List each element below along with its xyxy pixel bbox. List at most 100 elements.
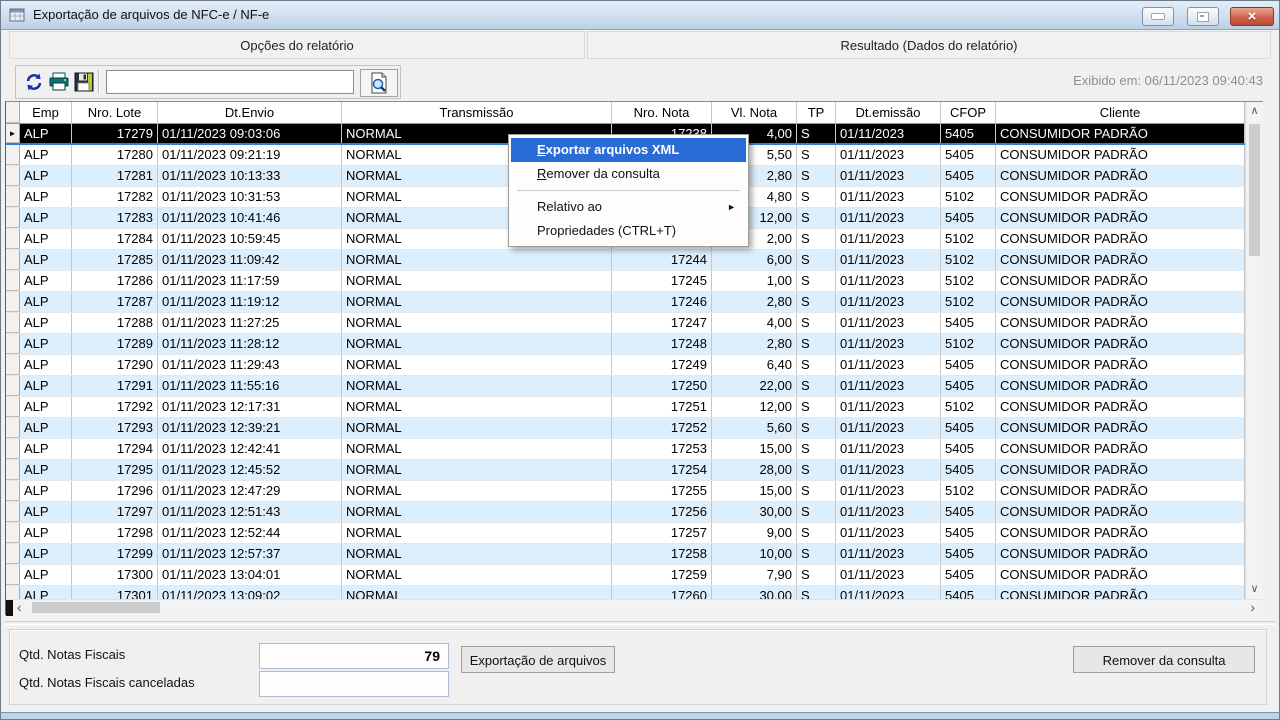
cell-cfop[interactable]: 5405 [941,166,996,186]
cell-dt-emiss-o[interactable]: 01/11/2023 [836,229,941,249]
cell-dt-envio[interactable]: 01/11/2023 10:13:33 [158,166,342,186]
cell-emp[interactable]: ALP [20,124,72,143]
cell-nro-lote[interactable]: 17284 [72,229,158,249]
cell-transmiss-o[interactable]: NORMAL [342,523,612,543]
horizontal-scrollbar[interactable]: ‹ › [6,599,1263,615]
cell-dt-emiss-o[interactable]: 01/11/2023 [836,565,941,585]
cell-nro-lote[interactable]: 17296 [72,481,158,501]
cell-dt-emiss-o[interactable]: 01/11/2023 [836,166,941,186]
cell-dt-emiss-o[interactable]: 01/11/2023 [836,418,941,438]
cell-dt-emiss-o[interactable]: 01/11/2023 [836,544,941,564]
table-row[interactable]: ALP1729301/11/2023 12:39:21NORMAL172525,… [6,418,1245,439]
cell-cliente[interactable]: CONSUMIDOR PADRÃO [996,208,1245,228]
cell-emp[interactable]: ALP [20,418,72,438]
table-row[interactable]: ALP1729601/11/2023 12:47:29NORMAL1725515… [6,481,1245,502]
cell-dt-envio[interactable]: 01/11/2023 11:29:43 [158,355,342,375]
cell-transmiss-o[interactable]: NORMAL [342,418,612,438]
cell-cfop[interactable]: 5102 [941,334,996,354]
cell-vl-nota[interactable]: 28,00 [712,460,797,480]
cell-cfop[interactable]: 5405 [941,313,996,333]
cell-tp[interactable]: S [797,544,836,564]
cell-cliente[interactable]: CONSUMIDOR PADRÃO [996,229,1245,249]
cell-tp[interactable]: S [797,376,836,396]
cell-nro-lote[interactable]: 17288 [72,313,158,333]
cell-dt-emiss-o[interactable]: 01/11/2023 [836,460,941,480]
cell-emp[interactable]: ALP [20,523,72,543]
cell-cliente[interactable]: CONSUMIDOR PADRÃO [996,376,1245,396]
cell-dt-emiss-o[interactable]: 01/11/2023 [836,502,941,522]
cell-cliente[interactable]: CONSUMIDOR PADRÃO [996,418,1245,438]
cell-nro-nota[interactable]: 17247 [612,313,712,333]
cell-transmiss-o[interactable]: NORMAL [342,544,612,564]
save-button[interactable] [72,71,96,93]
cell-nro-lote[interactable]: 17285 [72,250,158,270]
table-row[interactable]: ALP1729801/11/2023 12:52:44NORMAL172579,… [6,523,1245,544]
cell-nro-nota[interactable]: 17259 [612,565,712,585]
scroll-up-icon[interactable]: ∧ [1246,106,1263,117]
cell-tp[interactable]: S [797,460,836,480]
table-row[interactable]: ALP1728701/11/2023 11:19:12NORMAL172462,… [6,292,1245,313]
cell-nro-lote[interactable]: 17298 [72,523,158,543]
table-row[interactable]: ALP1730001/11/2023 13:04:01NORMAL172597,… [6,565,1245,586]
maximize-button[interactable] [1187,7,1219,26]
cell-tp[interactable]: S [797,229,836,249]
cell-dt-envio[interactable]: 01/11/2023 11:09:42 [158,250,342,270]
cell-transmiss-o[interactable]: NORMAL [342,565,612,585]
print-button[interactable] [47,71,71,93]
scroll-right-icon[interactable]: › [1250,600,1255,615]
cell-dt-envio[interactable]: 01/11/2023 12:39:21 [158,418,342,438]
cell-tp[interactable]: S [797,271,836,291]
cell-cliente[interactable]: CONSUMIDOR PADRÃO [996,544,1245,564]
cell-emp[interactable]: ALP [20,586,72,599]
cell-vl-nota[interactable]: 1,00 [712,271,797,291]
cell-cfop[interactable]: 5405 [941,355,996,375]
cell-nro-lote[interactable]: 17286 [72,271,158,291]
cell-tp[interactable]: S [797,208,836,228]
cell-tp[interactable]: S [797,313,836,333]
cell-dt-envio[interactable]: 01/11/2023 09:03:06 [158,124,342,143]
cell-nro-nota[interactable]: 17252 [612,418,712,438]
cell-cliente[interactable]: CONSUMIDOR PADRÃO [996,502,1245,522]
column-header-transmiss-o[interactable]: Transmissão [342,102,612,124]
cell-emp[interactable]: ALP [20,292,72,312]
cell-dt-emiss-o[interactable]: 01/11/2023 [836,439,941,459]
cell-tp[interactable]: S [797,250,836,270]
cell-cliente[interactable]: CONSUMIDOR PADRÃO [996,439,1245,459]
exportacao-de-arquivos-button[interactable]: Exportação de arquivos [461,646,615,673]
cell-nro-lote[interactable]: 17279 [72,124,158,143]
cell-emp[interactable]: ALP [20,439,72,459]
cell-transmiss-o[interactable]: NORMAL [342,460,612,480]
cell-cfop[interactable]: 5102 [941,250,996,270]
cell-nro-lote[interactable]: 17280 [72,145,158,165]
cell-emp[interactable]: ALP [20,187,72,207]
remover-da-consulta-button[interactable]: Remover da consulta [1073,646,1255,673]
table-row[interactable]: ALP1729701/11/2023 12:51:43NORMAL1725630… [6,502,1245,523]
cell-emp[interactable]: ALP [20,397,72,417]
cell-nro-nota[interactable]: 17257 [612,523,712,543]
cell-vl-nota[interactable]: 30,00 [712,502,797,522]
cell-tp[interactable]: S [797,145,836,165]
vertical-scrollbar-thumb[interactable] [1249,124,1260,256]
cell-cfop[interactable]: 5405 [941,565,996,585]
cell-nro-lote[interactable]: 17295 [72,460,158,480]
cell-cfop[interactable]: 5405 [941,124,996,143]
cell-nro-lote[interactable]: 17294 [72,439,158,459]
cell-emp[interactable]: ALP [20,355,72,375]
cell-emp[interactable]: ALP [20,460,72,480]
cell-cliente[interactable]: CONSUMIDOR PADRÃO [996,586,1245,599]
cell-nro-nota[interactable]: 17255 [612,481,712,501]
cell-cliente[interactable]: CONSUMIDOR PADRÃO [996,250,1245,270]
cell-cfop[interactable]: 5405 [941,376,996,396]
cell-transmiss-o[interactable]: NORMAL [342,313,612,333]
menu-item-relativo-ao[interactable]: Relativo ao ► [511,195,746,219]
cell-dt-emiss-o[interactable]: 01/11/2023 [836,481,941,501]
cell-transmiss-o[interactable]: NORMAL [342,481,612,501]
cell-vl-nota[interactable]: 30,00 [712,586,797,599]
qtd-notas-canceladas-field[interactable] [259,671,449,697]
tab-resultado-dados-do-relatorio[interactable]: Resultado (Dados do relatório) [587,31,1271,59]
cell-nro-lote[interactable]: 17290 [72,355,158,375]
cell-nro-nota[interactable]: 17260 [612,586,712,599]
cell-dt-envio[interactable]: 01/11/2023 11:17:59 [158,271,342,291]
cell-vl-nota[interactable]: 12,00 [712,397,797,417]
column-header-emp[interactable]: Emp [20,102,72,124]
